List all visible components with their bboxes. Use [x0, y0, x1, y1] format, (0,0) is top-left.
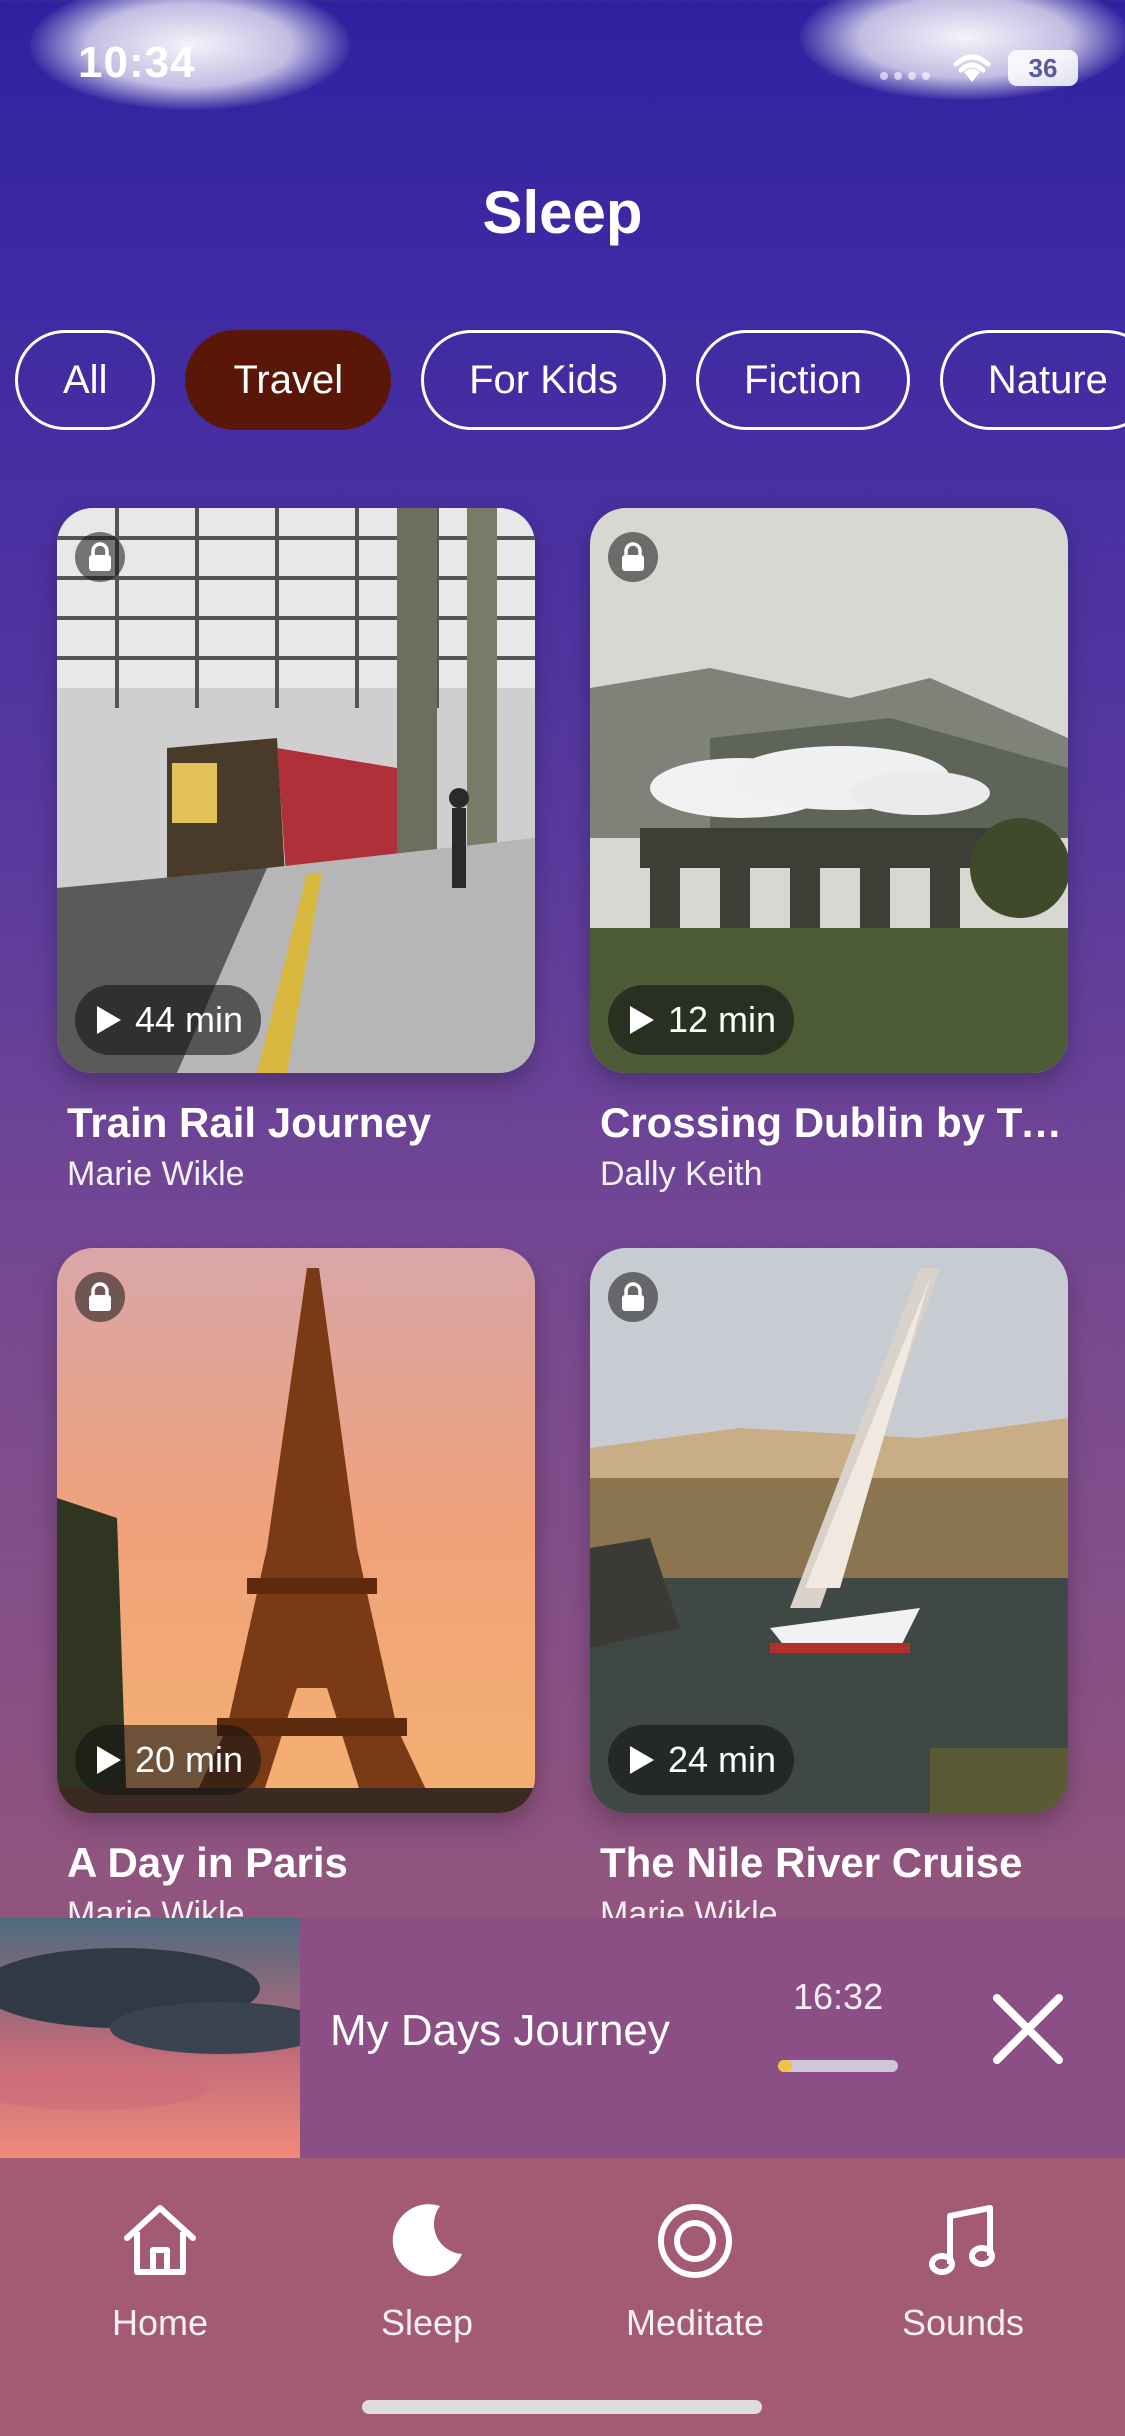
status-bar: 10:34 36 [0, 0, 1125, 140]
chip-travel[interactable]: Travel [185, 330, 392, 430]
chip-nature[interactable]: Nature [939, 330, 1125, 430]
battery-icon: 36 [1008, 50, 1078, 86]
tab-label: Sounds [901, 2302, 1025, 2343]
story-thumbnail: 44 min [57, 508, 535, 1073]
story-thumbnail: 12 min [590, 508, 1068, 1073]
now-playing-artwork [0, 1918, 300, 2158]
close-icon[interactable] [985, 1986, 1071, 2072]
lock-icon [75, 532, 125, 582]
play-icon [97, 1006, 121, 1034]
story-author: Dally Keith [600, 1155, 763, 1193]
duration-text: 44 min [135, 999, 244, 1040]
progress-fill [778, 2060, 793, 2072]
story-card[interactable]: 20 min A Day in Paris Marie Wikle [57, 1248, 535, 1934]
home-icon [124, 2205, 196, 2275]
story-card[interactable]: 12 min Crossing Dublin by Train Dally Ke… [590, 508, 1068, 1194]
story-card[interactable]: 44 min Train Rail Journey Marie Wikle [57, 508, 535, 1194]
music-note-icon [929, 2205, 995, 2275]
tab-home[interactable]: Home [60, 2198, 260, 2344]
tab-label: Home [111, 2302, 209, 2343]
story-title: Crossing Dublin by Train [600, 1099, 1068, 1146]
duration-text: 20 min [135, 1739, 244, 1780]
story-card[interactable]: 24 min The Nile River Cruise Marie Wikle [590, 1248, 1068, 1934]
story-thumbnail: 24 min [590, 1248, 1068, 1813]
tab-label: Sleep [380, 2302, 474, 2343]
tab-bar: Home Sleep Meditate Sounds [0, 2158, 1125, 2436]
page-title: Sleep [482, 179, 643, 246]
story-author: Marie Wikle [67, 1155, 245, 1193]
duration-badge[interactable]: 12 min [608, 985, 795, 1055]
chip-all[interactable]: All [15, 330, 156, 430]
now-playing-time: 16:32 [793, 1976, 884, 2017]
story-title: The Nile River Cruise [600, 1839, 1023, 1886]
now-playing-bar[interactable]: My Days Journey 16:32 [0, 1918, 1125, 2158]
play-icon [97, 1746, 121, 1774]
tab-sleep[interactable]: Sleep [327, 2198, 527, 2344]
battery-level: 36 [1028, 52, 1058, 83]
target-icon [658, 2204, 732, 2278]
tab-label: Meditate [625, 2302, 765, 2343]
lock-icon [608, 532, 658, 582]
duration-badge[interactable]: 44 min [75, 985, 262, 1055]
story-title: Train Rail Journey [67, 1099, 432, 1146]
sunset-clouds-image [0, 1918, 300, 2158]
chip-for-kids[interactable]: For Kids [421, 330, 667, 430]
lock-icon [608, 1272, 658, 1322]
lock-icon [75, 1272, 125, 1322]
play-icon [630, 1006, 654, 1034]
story-title: A Day in Paris [67, 1839, 348, 1886]
moon-icon [392, 2204, 462, 2277]
duration-badge[interactable]: 20 min [75, 1725, 262, 1795]
category-chips: All Travel For Kids Fiction Nature [15, 330, 1125, 436]
tab-meditate[interactable]: Meditate [595, 2198, 795, 2344]
cellular-signal-icon [880, 72, 930, 80]
chip-fiction[interactable]: Fiction [696, 330, 910, 430]
home-indicator[interactable] [362, 2400, 762, 2414]
now-playing-title: My Days Journey [330, 2006, 670, 2055]
play-icon [630, 1746, 654, 1774]
story-thumbnail: 20 min [57, 1248, 535, 1813]
duration-text: 24 min [668, 1739, 777, 1780]
now-playing-progress[interactable] [778, 2060, 898, 2072]
duration-text: 12 min [668, 999, 777, 1040]
tab-sounds[interactable]: Sounds [863, 2198, 1063, 2344]
status-time: 10:34 [78, 38, 196, 87]
wifi-icon [953, 54, 991, 82]
duration-badge[interactable]: 24 min [608, 1725, 795, 1795]
